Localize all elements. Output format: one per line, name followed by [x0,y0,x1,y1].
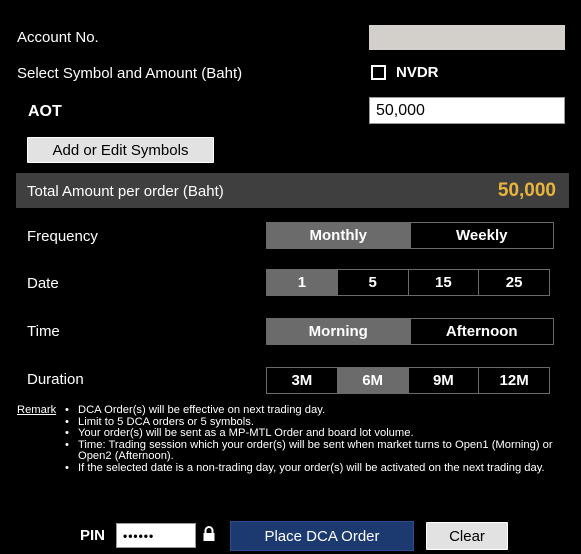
remark-item: Time: Trading session which your order(s… [64,439,564,463]
frequency-option-weekly[interactable]: Weekly [411,223,554,248]
frequency-selector: Monthly Weekly [266,222,554,249]
duration-option-3m[interactable]: 3M [267,368,338,393]
frequency-label: Frequency [27,228,98,245]
time-label: Time [27,323,60,340]
place-dca-order-button[interactable]: Place DCA Order [230,521,414,551]
nvdr-label: NVDR [396,64,439,81]
duration-option-12m[interactable]: 12M [479,368,549,393]
date-selector: 1 5 15 25 [266,269,550,296]
date-option-15[interactable]: 15 [409,270,480,295]
remark-list: DCA Order(s) will be effective on next t… [64,404,564,475]
date-option-5[interactable]: 5 [338,270,409,295]
duration-label: Duration [27,371,84,388]
duration-option-9m[interactable]: 9M [409,368,480,393]
nvdr-checkbox[interactable] [371,65,386,80]
symbol-name: AOT [28,103,62,120]
remark-item: Your order(s) will be sent as a MP-MTL O… [64,427,564,440]
pin-input[interactable]: •••••• [116,523,196,548]
frequency-option-monthly[interactable]: Monthly [267,223,411,248]
time-option-morning[interactable]: Morning [267,319,411,344]
duration-option-6m[interactable]: 6M [337,368,409,393]
date-option-25[interactable]: 25 [479,270,549,295]
time-selector: Morning Afternoon [266,318,554,345]
pin-label: PIN [80,527,106,544]
date-label: Date [27,275,59,292]
select-symbol-label: Select Symbol and Amount (Baht) [17,65,243,82]
account-label: Account No. [17,29,99,46]
remark-item: If the selected date is a non-trading da… [64,462,564,475]
clear-button[interactable]: Clear [426,522,508,550]
duration-selector: 3M 6M 9M 12M [266,367,550,394]
total-label: Total Amount per order (Baht) [27,183,224,200]
time-option-afternoon[interactable]: Afternoon [411,319,554,344]
remark-label: Remark [17,404,57,416]
remark-item: DCA Order(s) will be effective on next t… [64,404,564,417]
total-value: 50,000 [497,180,556,201]
symbol-amount-input[interactable]: 50,000 [369,97,565,124]
add-edit-symbols-button[interactable]: Add or Edit Symbols [27,137,214,163]
account-input[interactable] [369,25,565,50]
lock-icon [202,526,216,542]
date-option-1[interactable]: 1 [267,270,338,295]
